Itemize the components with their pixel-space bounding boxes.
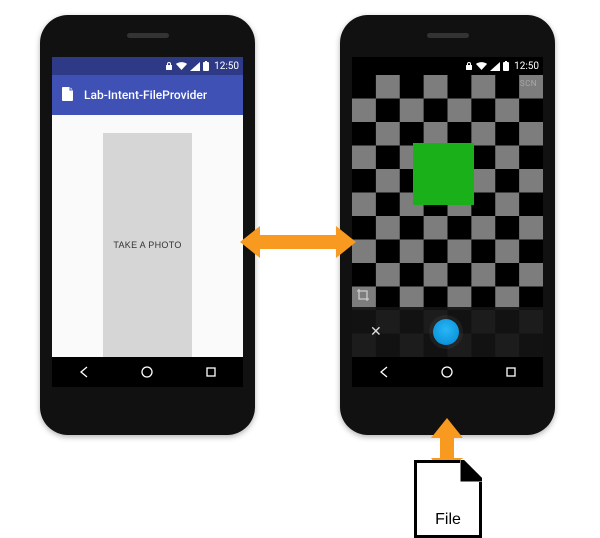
nav-bar: [52, 357, 243, 387]
camera-controls: ✕: [352, 307, 543, 357]
close-icon[interactable]: ✕: [370, 324, 382, 340]
phone-screen-left: 12:50 Lab-Intent-FileProvider TAKE A PHO…: [52, 57, 243, 387]
app-bar: Lab-Intent-FileProvider: [52, 75, 243, 115]
take-photo-button[interactable]: TAKE A PHOTO: [103, 133, 191, 357]
signal-icon: [490, 62, 500, 71]
wifi-icon: [476, 62, 487, 71]
phone-screen-right: 12:50: [352, 57, 543, 387]
app-title: Lab-Intent-FileProvider: [84, 88, 207, 102]
signal-icon: [190, 62, 200, 71]
clock-text: 12:50: [214, 61, 239, 72]
phone-speaker: [427, 33, 469, 38]
camera-viewfinder: SCN ✕: [352, 75, 543, 357]
home-icon[interactable]: [139, 364, 155, 380]
back-icon[interactable]: [76, 364, 92, 380]
battery-icon: [203, 61, 209, 71]
file-icon: File: [414, 460, 482, 538]
lock-icon: [465, 61, 473, 71]
shutter-button[interactable]: [433, 319, 459, 345]
bidirectional-arrow-icon: [440, 436, 454, 460]
nav-bar: [352, 357, 543, 387]
wifi-icon: [176, 62, 187, 71]
status-bar: 12:50: [352, 57, 543, 75]
settings-icon[interactable]: [356, 287, 370, 301]
phone-left: 12:50 Lab-Intent-FileProvider TAKE A PHO…: [40, 15, 255, 435]
recents-icon[interactable]: [503, 364, 519, 380]
file-label: File: [435, 511, 461, 529]
lock-icon: [165, 61, 173, 71]
scene-mode-label: SCN: [520, 79, 537, 88]
back-icon[interactable]: [376, 364, 392, 380]
clock-text: 12:50: [514, 61, 539, 72]
battery-icon: [503, 61, 509, 71]
app-body: TAKE A PHOTO: [52, 115, 243, 357]
bidirectional-arrow-icon: [258, 235, 338, 249]
file-icon: [62, 86, 74, 105]
phone-right: 12:50: [340, 15, 555, 435]
home-icon[interactable]: [439, 364, 455, 380]
phone-speaker: [127, 33, 169, 38]
camera-subject: [413, 143, 474, 205]
recents-icon[interactable]: [203, 364, 219, 380]
status-bar: 12:50: [52, 57, 243, 75]
